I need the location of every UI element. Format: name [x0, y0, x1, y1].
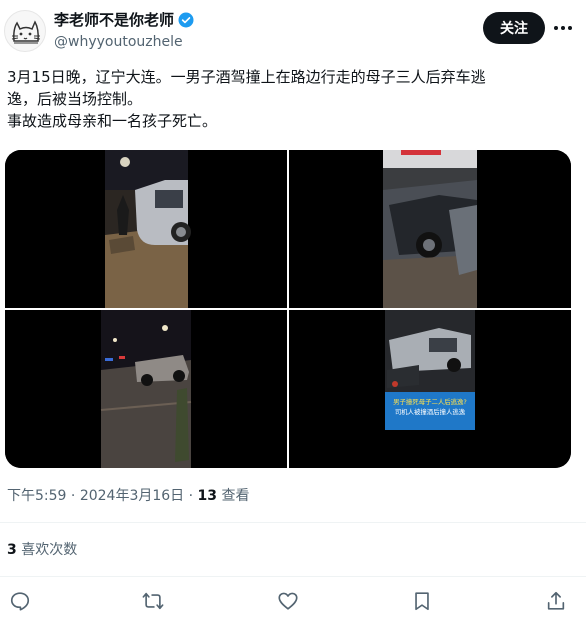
wrecked-car-photo-icon [289, 150, 571, 308]
media-caption-line-1: 男子撞死母子二人后逃逸? [393, 398, 467, 406]
more-dots-icon [554, 26, 572, 30]
share-icon [547, 591, 565, 610]
display-name-text[interactable]: 李老师不是你老师 [54, 10, 174, 30]
retweet-button[interactable] [140, 588, 166, 614]
verified-badge-icon [178, 12, 194, 28]
tweet-date[interactable]: 2024年3月16日 [80, 488, 184, 504]
follow-button[interactable]: 关注 [483, 12, 545, 44]
street-scene-photo-icon [5, 310, 287, 468]
display-name[interactable]: 李老师不是你老师 [54, 10, 195, 30]
tweet-text: 3月15日晚，辽宁大连。一男子酒驾撞上在路边行走的母子三人后弃车逃 逸，后被当场… [7, 66, 577, 132]
tweet-time[interactable]: 下午5:59 [7, 488, 66, 504]
author-names: 李老师不是你老师 @whyyoutouzhele [54, 10, 195, 52]
media-grid: 男子撞死母子二人后逃逸? 司机人被撞酒后撞人逃逸 [5, 150, 571, 468]
bookmark-button[interactable] [409, 588, 435, 614]
likes-summary[interactable]: 3 喜欢次数 [7, 540, 77, 560]
night-crash-photo-icon [5, 150, 287, 308]
reply-icon [10, 592, 30, 611]
tweet-meta: 下午5:59 · 2024年3月16日 · 13 查看 [7, 486, 249, 506]
likes-label: 喜欢次数 [21, 542, 78, 558]
meta-separator: · [188, 488, 194, 504]
share-button[interactable] [543, 588, 569, 614]
media-thumbnail-4[interactable]: 男子撞死母子二人后逃逸? 司机人被撞酒后撞人逃逸 [289, 310, 571, 468]
divider [0, 576, 586, 577]
tweet-text-line: 逸，后被当场控制。 [7, 90, 143, 108]
tweet-text-line: 事故造成母亲和一名孩子死亡。 [7, 112, 218, 130]
reply-button[interactable] [7, 588, 33, 614]
tweet-header: 李老师不是你老师 @whyyoutouzhele 关注 [0, 0, 586, 60]
meta-separator: · [70, 488, 76, 504]
media-caption-line-2: 司机人被撞酒后撞人逃逸 [394, 408, 466, 416]
news-clip-photo-icon [289, 310, 571, 468]
cat-avatar-icon [11, 20, 41, 44]
media-thumbnail-2[interactable] [289, 150, 571, 308]
divider [0, 522, 586, 523]
media-thumbnail-3[interactable] [5, 310, 287, 468]
like-button[interactable] [275, 588, 301, 614]
like-heart-icon [278, 592, 298, 610]
avatar[interactable] [4, 10, 46, 52]
more-options-button[interactable] [550, 16, 576, 40]
views-count: 13 [197, 488, 218, 504]
tweet-text-line: 3月15日晚，辽宁大连。一男子酒驾撞上在路边行走的母子三人后弃车逃 [7, 68, 486, 86]
views-label: 查看 [221, 488, 250, 504]
media-thumbnail-1[interactable] [5, 150, 287, 308]
bookmark-icon [415, 592, 429, 611]
author-handle[interactable]: @whyyoutouzhele [54, 32, 195, 52]
action-bar [0, 586, 586, 616]
retweet-icon [142, 592, 164, 610]
likes-count: 3 [7, 542, 17, 558]
